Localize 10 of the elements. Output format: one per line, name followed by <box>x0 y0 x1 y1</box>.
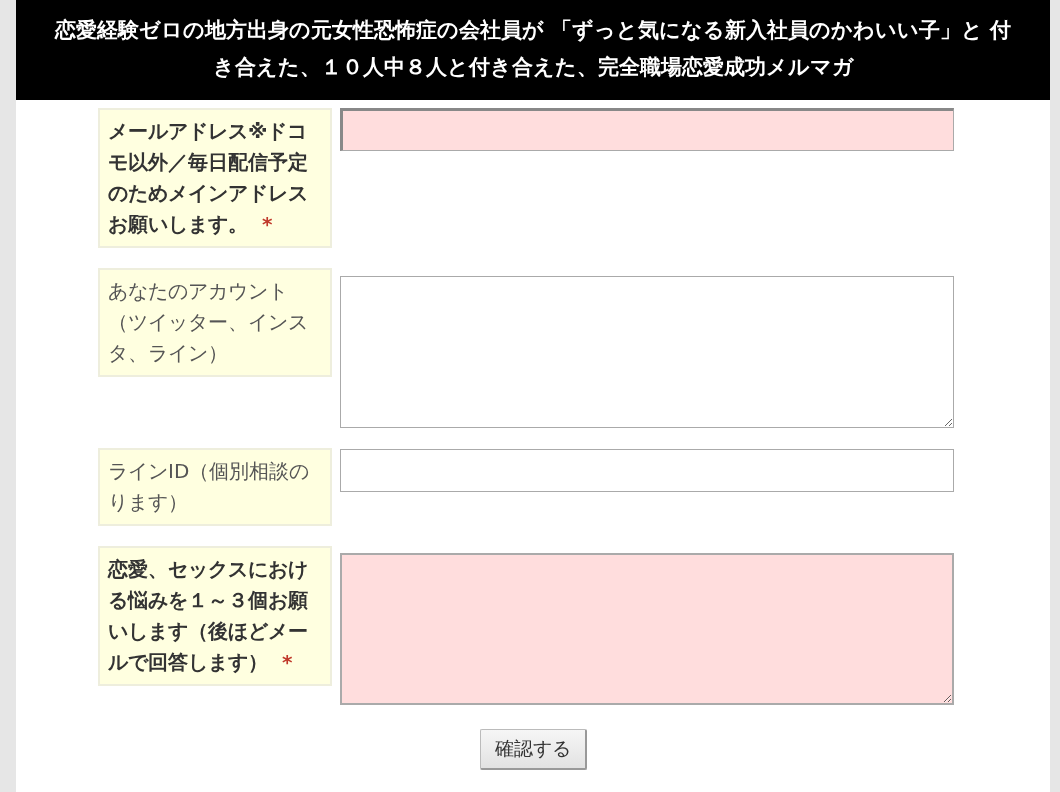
text-input-field[interactable] <box>340 449 954 492</box>
field-label: 恋愛、セックスにおける悩みを１～３個お願いします（後ほどメールで回答します） * <box>98 546 332 686</box>
text-area-field[interactable] <box>340 276 954 428</box>
confirm-button[interactable]: 確認する <box>479 729 587 770</box>
text-input-field[interactable] <box>340 108 954 151</box>
field-label: メールアドレス※ドコモ以外／毎日配信予定のためメインアドレスお願いします。 * <box>98 108 332 248</box>
field-label: ラインID（個別相談のります） <box>98 448 332 526</box>
page-title: 恋愛経験ゼロの地方出身の元女性恐怖症の会社員が 「ずっと気になる新入社員のかわいい子」と 付き合えた、１０人中８人と付き合えた、完全職場恋愛成功メルマガ <box>53 17 1013 81</box>
field-label: あなたのアカウント（ツイッター、インスタ、ライン） <box>98 268 332 377</box>
text-area-field[interactable] <box>340 553 954 705</box>
